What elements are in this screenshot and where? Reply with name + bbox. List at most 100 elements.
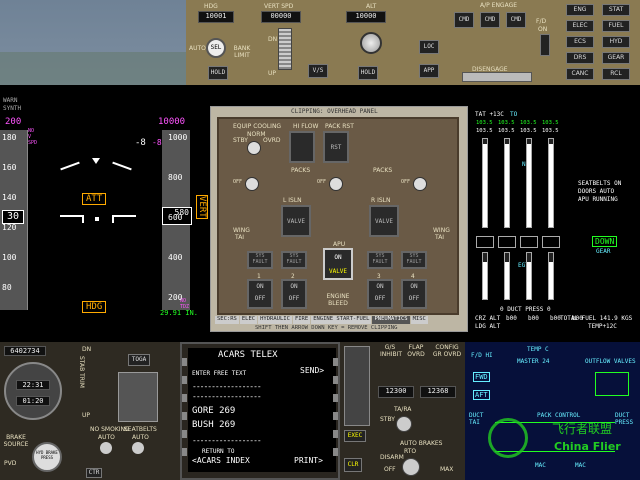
pack-off-label: OFF (401, 179, 411, 185)
lsk-right-6[interactable] (333, 448, 338, 456)
throttle-levers[interactable] (118, 372, 158, 422)
lsk-left-5[interactable] (182, 430, 187, 438)
eicas-btn-stat[interactable]: STAT (602, 4, 630, 16)
eicas-btn-rcl[interactable]: RCL (602, 68, 630, 80)
r-isln-switch[interactable]: VALVE (369, 205, 399, 237)
vs-button[interactable]: V/S (308, 64, 328, 78)
cdu-acars-index[interactable]: <ACARS INDEX (192, 456, 250, 465)
overhead-tab[interactable]: MISC (410, 316, 428, 324)
eicas-btn-ecs[interactable]: ECS (566, 36, 594, 48)
eicas-btn-canc[interactable]: CANC (566, 68, 594, 80)
lsk-left-4[interactable] (182, 412, 187, 420)
pack-knob[interactable] (329, 177, 343, 191)
eng-bleed-on: ON (290, 283, 298, 290)
ecs-synoptic: TEMP C F/D HI MASTER 24 OUTFLOW VALVES F… (465, 342, 640, 480)
cmd-left-button[interactable]: CMD (454, 12, 474, 28)
sys-fault-1[interactable]: SYS FAULT (247, 251, 273, 269)
overhead-tab[interactable]: ENGINE START-FUEL (311, 316, 372, 324)
n1-bar-fill (527, 144, 531, 227)
overhead-tab[interactable]: PNEUMATICS (372, 316, 410, 324)
disarm-label: DISARM (380, 454, 404, 461)
lower-mid-panel: G/S INHIBIT FLAP OVRD CONFIG GR OVRD 123… (340, 342, 465, 480)
autobrake-knob[interactable] (402, 458, 420, 476)
lsk-right-2[interactable] (333, 376, 338, 384)
exec-button[interactable]: EXEC (344, 430, 366, 442)
auto-label-2: AUTO (132, 434, 149, 441)
lsk-right-5[interactable] (333, 430, 338, 438)
tcas-knob[interactable] (396, 416, 412, 432)
app-button[interactable]: APP (419, 64, 439, 78)
eicas-btn-gear[interactable]: GEAR (602, 52, 630, 64)
fd-switch[interactable] (540, 34, 550, 56)
lsk-left-6[interactable] (182, 448, 187, 456)
eng-bleed-on: ON (256, 283, 264, 290)
pack-rst-switch[interactable]: RST (323, 131, 349, 163)
cmd-right-button[interactable]: CMD (506, 12, 526, 28)
eicas-btn-fuel[interactable]: FUEL (602, 20, 630, 32)
pack-knob[interactable] (245, 177, 259, 191)
hi-flow-switch[interactable] (289, 131, 315, 163)
cdu-print[interactable]: PRINT> (294, 456, 323, 465)
sys-fault-4[interactable]: SYS FAULT (401, 251, 427, 269)
toga-button[interactable]: TOGA (128, 354, 150, 366)
overhead-tab[interactable]: SEC:RS (215, 316, 239, 324)
alt-knob[interactable] (360, 32, 382, 54)
seatbelts-knob[interactable] (132, 442, 144, 454)
eicas-btn-hyd[interactable]: HYD (602, 36, 630, 48)
overhead-title: CLIPPING: OVERHEAD PANEL (291, 108, 378, 115)
n1-top-value: 103.5 (542, 120, 559, 126)
cdu-send[interactable]: SEND> (300, 366, 324, 375)
equip-cooling-knob[interactable] (247, 141, 261, 155)
gear-lever[interactable] (344, 346, 370, 426)
lsk-right-3[interactable] (333, 394, 338, 402)
apu-bleed-switch[interactable]: ON VALVE (323, 248, 353, 280)
n1-value: 103.5 (520, 128, 537, 134)
n1-bar-fill (505, 144, 509, 227)
cdu-title: ACARS TELEX (218, 350, 278, 360)
lsk-left-2[interactable] (182, 376, 187, 384)
cmd-center-button[interactable]: CMD (480, 12, 500, 28)
aircraft-symbol-left (60, 215, 84, 223)
clr-button[interactable]: CLR (344, 458, 362, 472)
overhead-tab[interactable]: ELEC (239, 316, 258, 324)
loc-button[interactable]: LOC (419, 40, 439, 54)
pack-knob[interactable] (413, 177, 427, 191)
n1-bar (548, 138, 554, 228)
overhead-tab[interactable]: FIRE (292, 316, 311, 324)
n1-value: 103.5 (542, 128, 559, 134)
eng-bleed-switch-1[interactable]: ON OFF (247, 279, 273, 309)
ctr-button[interactable]: CTR (86, 468, 102, 478)
hdg-sel-knob[interactable]: SEL (206, 38, 226, 58)
egt-bar (482, 252, 488, 300)
trim-up-label: UP (82, 412, 91, 419)
pack-control-label: PACK CONTROL (537, 412, 581, 419)
n1-bar-fill (483, 144, 487, 227)
auto-brakes-label: AUTO BRAKES (400, 440, 443, 447)
sys-fault-2[interactable]: SYS FAULT (281, 251, 307, 269)
disengage-bar[interactable] (462, 72, 532, 82)
overhead-tab[interactable]: HYDRAULIC (258, 316, 292, 324)
gear-label: GEAR (596, 248, 611, 255)
cdu-dashes1: ------------------ (192, 382, 262, 391)
hdg-hold-button[interactable]: HOLD (208, 66, 228, 80)
max-label: MAX (440, 466, 454, 473)
lsk-left-1[interactable] (182, 358, 187, 366)
lsk-right-4[interactable] (333, 412, 338, 420)
pfd: WARN SYNTH 200 10000 NO V SPD 30 -8 ATT … (0, 95, 210, 320)
l-isln-switch[interactable]: VALVE (281, 205, 311, 237)
vs-thumbwheel[interactable] (278, 28, 292, 70)
eicas-btn-eng[interactable]: ENG (566, 4, 594, 16)
lsk-left-3[interactable] (182, 394, 187, 402)
no-smoking-knob[interactable] (100, 442, 112, 454)
sys-fault-3[interactable]: SYS FAULT (367, 251, 393, 269)
eng-bleed-switch-3[interactable]: ON OFF (367, 279, 393, 309)
alt-hold-button[interactable]: HOLD (358, 66, 378, 80)
lsk-right-1[interactable] (333, 358, 338, 366)
pack-rst-label: PACK RST (325, 123, 354, 130)
eicas-btn-elec[interactable]: ELEC (566, 20, 594, 32)
eng-bleed-switch-4[interactable]: ON OFF (401, 279, 427, 309)
eng-bleed-switch-2[interactable]: ON OFF (281, 279, 307, 309)
eicas-btn-drs[interactable]: DRS (566, 52, 594, 64)
ap-engage-panel: A/P ENGAGE CMD CMD CMD F/D ON DISENGAGE (450, 0, 560, 85)
no-vspd: NO V SPD (28, 128, 38, 146)
